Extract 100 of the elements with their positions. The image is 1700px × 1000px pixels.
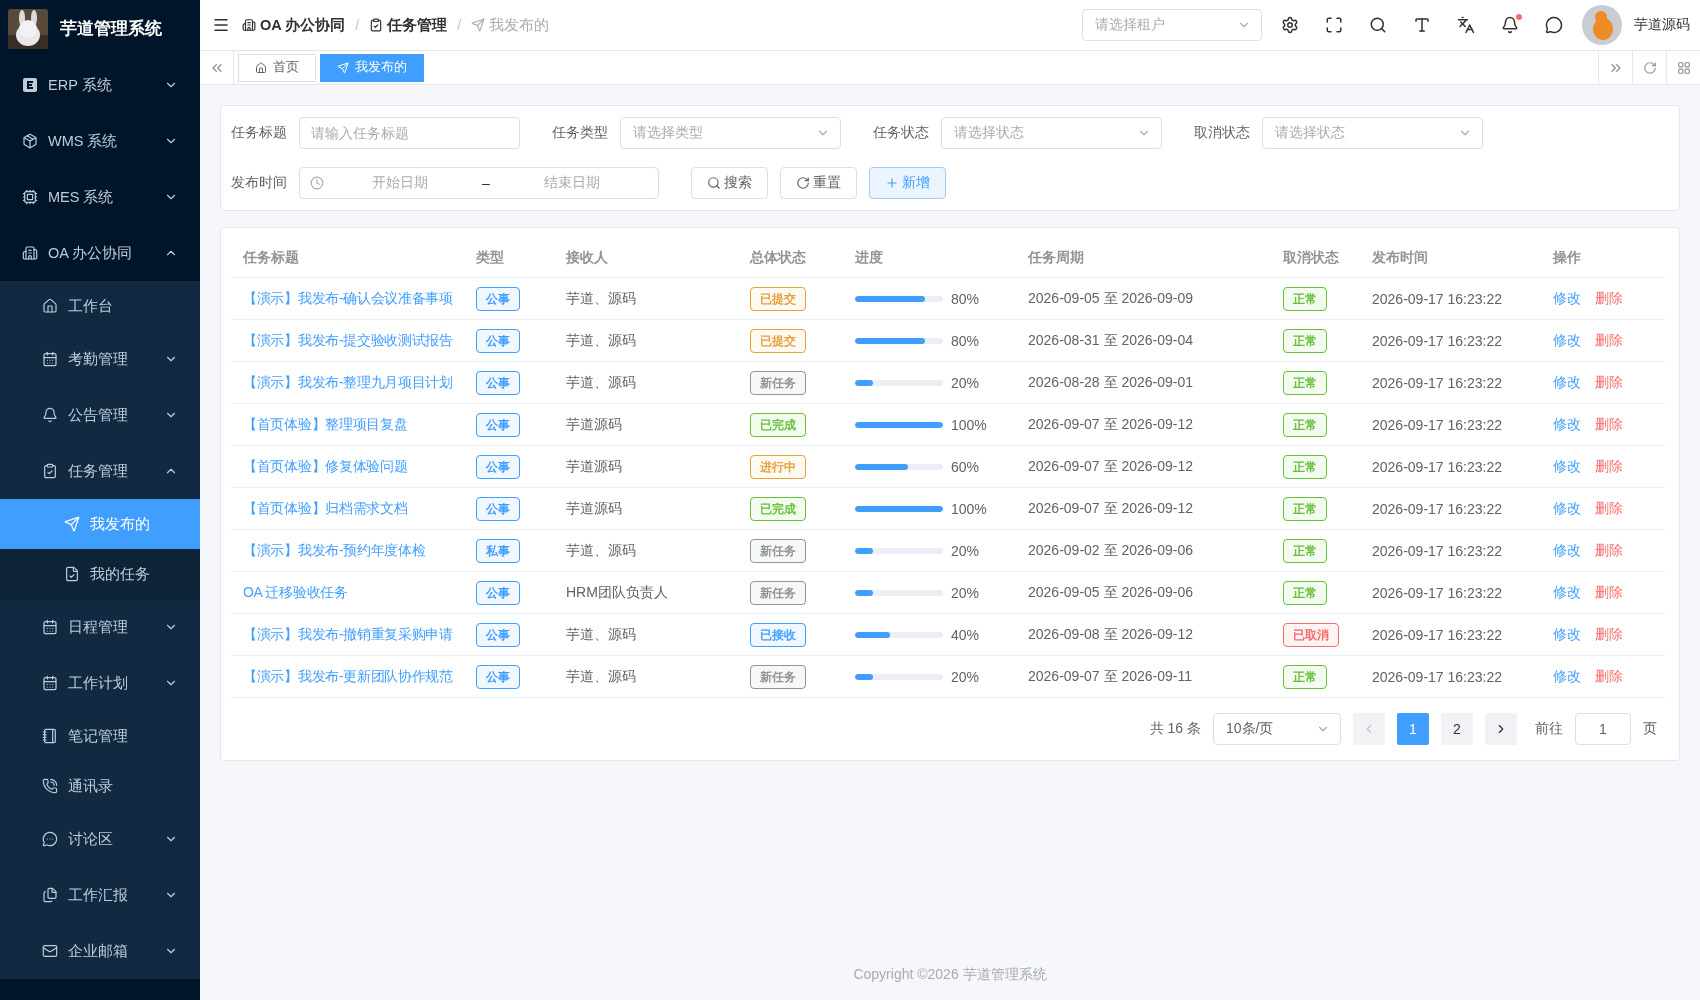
- edit-link[interactable]: 修改: [1553, 541, 1581, 560]
- page-button[interactable]: 2: [1441, 713, 1473, 745]
- delete-link[interactable]: 删除: [1595, 541, 1623, 560]
- table-cell-text: 芋道源码: [565, 499, 623, 518]
- menu-item[interactable]: 考勤管理: [0, 331, 200, 387]
- edit-link[interactable]: 修改: [1553, 625, 1581, 644]
- plus-icon: [885, 176, 899, 190]
- edit-link[interactable]: 修改: [1553, 415, 1581, 434]
- tab[interactable]: 首页: [238, 53, 316, 82]
- tenant-select[interactable]: 请选择租户: [1082, 9, 1262, 41]
- page-button[interactable]: 1: [1397, 713, 1429, 745]
- page-input[interactable]: 1: [1575, 713, 1631, 745]
- delete-link[interactable]: 删除: [1595, 499, 1623, 518]
- breadcrumb: 我发布的: [471, 15, 550, 35]
- select-field[interactable]: 请选择类型: [620, 117, 841, 149]
- edit-link[interactable]: 修改: [1553, 457, 1581, 476]
- menu-item[interactable]: 讨论区: [0, 811, 200, 867]
- chat-icon: [42, 831, 58, 847]
- fullscreen-icon[interactable]: [1325, 16, 1343, 34]
- select-field[interactable]: 请选择状态: [941, 117, 1162, 149]
- menu-item[interactable]: MES 系统: [0, 169, 200, 225]
- tab[interactable]: 我发布的: [320, 53, 424, 82]
- select-field[interactable]: 请选择状态: [1262, 117, 1483, 149]
- menu-item[interactable]: 工作计划: [0, 655, 200, 711]
- menu-item[interactable]: 工作汇报: [0, 867, 200, 923]
- menu-item[interactable]: WMS 系统: [0, 113, 200, 169]
- field-label: 任务标题: [231, 124, 287, 142]
- field-label: 任务状态: [873, 124, 929, 142]
- delete-link[interactable]: 删除: [1595, 289, 1623, 308]
- menu-item[interactable]: 企业邮箱: [0, 923, 200, 979]
- delete-link[interactable]: 删除: [1595, 415, 1623, 434]
- button[interactable]: 重置: [780, 167, 857, 199]
- task-title-link[interactable]: OA 迁移验收任务: [231, 583, 464, 602]
- breadcrumb[interactable]: 任务管理: [369, 15, 448, 35]
- phone-icon: [42, 778, 58, 794]
- button[interactable]: 搜索: [691, 167, 768, 199]
- column-header: 任务周期: [1026, 248, 1085, 267]
- settings-icon[interactable]: [1281, 16, 1299, 34]
- progress-reading: 80%: [951, 290, 980, 307]
- search-icon[interactable]: [1369, 16, 1387, 34]
- task-title-link[interactable]: 【首页体验】归档需求文档: [231, 499, 464, 518]
- edit-link[interactable]: 修改: [1553, 331, 1581, 350]
- cancel-status-tag: 正常: [1283, 496, 1327, 521]
- table-cell-text: 芋道、源码: [565, 373, 637, 392]
- menu-item[interactable]: 工作台: [0, 281, 200, 331]
- table-cell-text: 2026-09-07 至 2026-09-12: [1027, 415, 1194, 434]
- building-icon: [22, 245, 38, 261]
- menu-item[interactable]: 公告管理: [0, 387, 200, 443]
- menu-item[interactable]: OA 办公协同: [0, 225, 200, 281]
- column-header: 任务标题: [241, 248, 300, 267]
- delete-link[interactable]: 删除: [1595, 331, 1623, 350]
- menu-item[interactable]: 日程管理: [0, 599, 200, 655]
- menu-icon[interactable]: [212, 16, 230, 34]
- type-tag: 公事: [476, 370, 520, 395]
- table-cell-text: 芋道源码: [565, 415, 623, 434]
- delete-link[interactable]: 删除: [1595, 583, 1623, 602]
- menu-item[interactable]: 通讯录: [0, 761, 200, 811]
- translate-icon[interactable]: [1457, 16, 1475, 34]
- menu-item[interactable]: ERP 系统: [0, 57, 200, 113]
- task-title-link[interactable]: 【演示】我发布-预约年度体检: [231, 541, 464, 560]
- menu-item[interactable]: 我的任务: [0, 549, 200, 599]
- home-icon: [255, 61, 267, 74]
- send-icon: [64, 516, 80, 532]
- menu-item[interactable]: 笔记管理: [0, 711, 200, 761]
- task-title-link[interactable]: 【演示】我发布-整理九月项目计划: [231, 373, 464, 392]
- edit-link[interactable]: 修改: [1553, 667, 1581, 686]
- task-title-link[interactable]: 【演示】我发布-确认会议准备事项: [231, 289, 464, 308]
- button[interactable]: 新增: [869, 167, 946, 199]
- square-icon: [22, 77, 38, 93]
- input-field[interactable]: 请输入任务标题: [299, 117, 520, 149]
- menu-item[interactable]: 我发布的: [0, 499, 200, 549]
- task-title-link[interactable]: 【首页体验】修复体验问题: [231, 457, 464, 476]
- delete-link[interactable]: 删除: [1595, 457, 1623, 476]
- delete-link[interactable]: 删除: [1595, 667, 1623, 686]
- progress-reading: 20%: [951, 668, 980, 685]
- font-size-icon[interactable]: [1413, 16, 1431, 34]
- message-icon[interactable]: [1545, 16, 1563, 34]
- date-range-field[interactable]: 开始日期 – 结束日期: [299, 167, 659, 199]
- edit-link[interactable]: 修改: [1553, 289, 1581, 308]
- cancel-status-tag: 正常: [1283, 412, 1327, 437]
- task-title-link[interactable]: 【演示】我发布-撤销重复采购申请: [231, 625, 464, 644]
- breadcrumb[interactable]: OA 办公协同: [242, 15, 346, 35]
- refresh-icon[interactable]: [1642, 60, 1657, 75]
- edit-link[interactable]: 修改: [1553, 499, 1581, 518]
- user-name[interactable]: 芋道源码: [1634, 16, 1690, 34]
- page-size-select[interactable]: 10条/页: [1213, 713, 1341, 745]
- table-cell-text: 2026-09-17 16:23:22: [1371, 542, 1503, 559]
- delete-link[interactable]: 删除: [1595, 625, 1623, 644]
- edit-link[interactable]: 修改: [1553, 583, 1581, 602]
- calendar-icon: [42, 619, 58, 635]
- task-title-link[interactable]: 【演示】我发布-更新团队协作规范: [231, 667, 464, 686]
- delete-link[interactable]: 删除: [1595, 373, 1623, 392]
- task-title-link[interactable]: 【首页体验】整理项目复盘: [231, 415, 464, 434]
- task-title-link[interactable]: 【演示】我发布-提交验收测试报告: [231, 331, 464, 350]
- table-cell-text: 芋道源码: [565, 457, 623, 476]
- home-icon: [42, 298, 58, 314]
- column-header: 操作: [1552, 248, 1582, 267]
- menu-item[interactable]: 任务管理: [0, 443, 200, 499]
- edit-link[interactable]: 修改: [1553, 373, 1581, 392]
- table-cell-text: 2026-08-31 至 2026-09-04: [1027, 331, 1194, 350]
